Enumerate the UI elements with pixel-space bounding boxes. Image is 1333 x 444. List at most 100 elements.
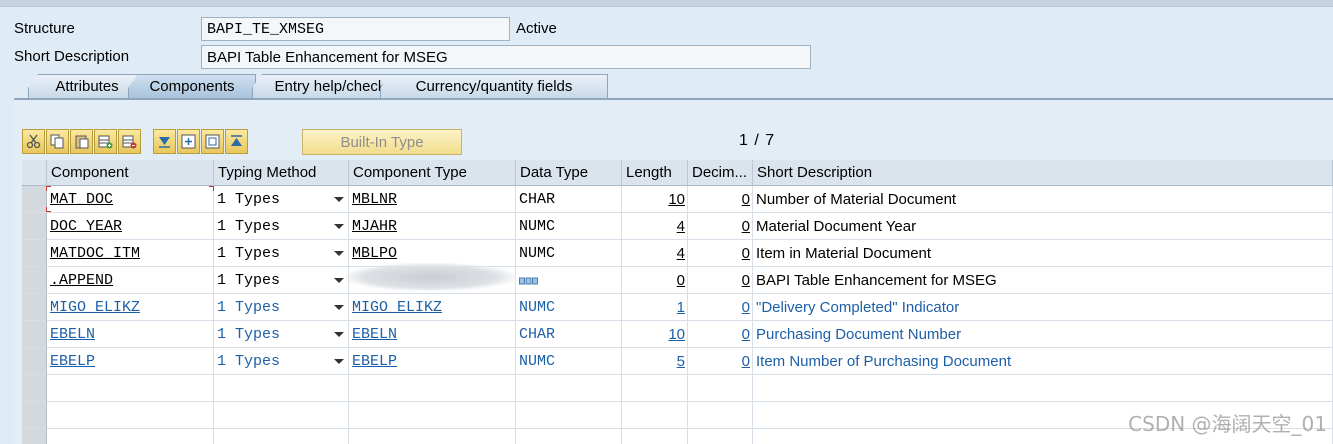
select-all-header[interactable] xyxy=(22,160,47,186)
cell-data-type[interactable]: NUMC xyxy=(516,294,622,321)
table-row[interactable]: EBELN 1 Types EBELN CHAR 10 0 Purchasing Docum… xyxy=(22,321,1333,348)
cell-data-type[interactable] xyxy=(516,429,622,444)
cell-typing[interactable]: 1 Types xyxy=(214,213,349,240)
cell-component[interactable]: .APPEND xyxy=(47,267,214,294)
cell-decimals[interactable]: 0 xyxy=(688,348,753,375)
built-in-type-button[interactable]: Built-In Type xyxy=(302,129,462,155)
cell-decimals[interactable] xyxy=(688,402,753,429)
cell-typing[interactable]: 1 Types xyxy=(214,186,349,213)
cell-component[interactable] xyxy=(47,375,214,402)
cell-decimals[interactable] xyxy=(688,429,753,444)
cell-length[interactable] xyxy=(622,375,688,402)
expand-icon[interactable] xyxy=(177,129,200,154)
cell-data-type[interactable]: NUMC xyxy=(516,348,622,375)
row-selector[interactable] xyxy=(22,240,47,267)
row-selector[interactable] xyxy=(22,267,47,294)
cell-length[interactable]: 0 xyxy=(622,267,688,294)
cell-typing[interactable]: 1 Types xyxy=(214,267,349,294)
table-row[interactable]: EBELP 1 Types EBELP NUMC 5 0 Item Number of Pu… xyxy=(22,348,1333,375)
cell-desc[interactable]: Material Document Year xyxy=(753,213,1333,240)
delete-row-icon[interactable] xyxy=(118,129,141,154)
cell-length[interactable]: 10 xyxy=(622,186,688,213)
cell-length[interactable]: 4 xyxy=(622,213,688,240)
cell-data-type[interactable] xyxy=(516,375,622,402)
row-selector[interactable] xyxy=(22,348,47,375)
cell-comp-type[interactable] xyxy=(349,375,516,402)
dropdown-arrow-icon[interactable] xyxy=(334,251,344,256)
column-header-component[interactable]: Component xyxy=(47,160,214,186)
table-row[interactable]: MIGO_ELIKZ 1 Types MIGO_ELIKZ NUMC 1 0 "Delive… xyxy=(22,294,1333,321)
empty-table-row[interactable] xyxy=(22,375,1333,402)
cell-data-type[interactable]: NUMC xyxy=(516,240,622,267)
cell-decimals[interactable]: 0 xyxy=(688,294,753,321)
column-header-component-type[interactable]: Component Type xyxy=(349,160,516,186)
row-selector[interactable] xyxy=(22,294,47,321)
cell-decimals[interactable]: 0 xyxy=(688,321,753,348)
short-description-field[interactable]: BAPI Table Enhancement for MSEG xyxy=(201,45,811,69)
table-row[interactable]: DOC_YEAR 1 Types MJAHR NUMC 4 0 Material Docum… xyxy=(22,213,1333,240)
column-header-data-type[interactable]: Data Type xyxy=(516,160,622,186)
column-header-short-description[interactable]: Short Description xyxy=(753,160,1333,186)
column-header-typing-method[interactable]: Typing Method xyxy=(214,160,349,186)
cell-decimals[interactable]: 0 xyxy=(688,240,753,267)
cell-data-type[interactable] xyxy=(516,267,622,294)
row-selector[interactable] xyxy=(22,375,47,402)
copy-icon[interactable] xyxy=(46,129,69,154)
cell-typing[interactable] xyxy=(214,402,349,429)
insert-row-icon[interactable] xyxy=(94,129,117,154)
cell-comp-type[interactable]: EBELP xyxy=(349,348,516,375)
cell-comp-type[interactable] xyxy=(349,402,516,429)
cell-length[interactable]: 5 xyxy=(622,348,688,375)
dropdown-arrow-icon[interactable] xyxy=(334,197,344,202)
dropdown-arrow-icon[interactable] xyxy=(334,359,344,364)
cell-component[interactable]: DOC_YEAR xyxy=(47,213,214,240)
table-row[interactable]: .APPEND 1 Types 0 0 BAPI Table Enhancement f… xyxy=(22,267,1333,294)
cell-desc[interactable]: Purchasing Document Number xyxy=(753,321,1333,348)
cell-length[interactable] xyxy=(622,429,688,444)
column-header-length[interactable]: Length xyxy=(622,160,688,186)
table-row[interactable]: MAT_DOC 1 Types MBLNR CHAR 10 0 Number of Mate… xyxy=(22,186,1333,213)
cell-typing[interactable]: 1 Types xyxy=(214,240,349,267)
tab-currency-quantity-fields[interactable]: Currency/quantity fields xyxy=(380,74,608,98)
cell-desc[interactable]: Item Number of Purchasing Document xyxy=(753,348,1333,375)
cell-desc[interactable]: Number of Material Document xyxy=(753,186,1333,213)
cell-decimals[interactable] xyxy=(688,375,753,402)
row-selector[interactable] xyxy=(22,402,47,429)
cell-length[interactable]: 1 xyxy=(622,294,688,321)
cell-comp-type[interactable] xyxy=(349,429,516,444)
cell-decimals[interactable]: 0 xyxy=(688,267,753,294)
cell-comp-type[interactable]: MJAHR xyxy=(349,213,516,240)
collapse-icon[interactable] xyxy=(201,129,224,154)
cell-data-type[interactable] xyxy=(516,402,622,429)
cell-comp-type[interactable]: MBLNR xyxy=(349,186,516,213)
move-up-icon[interactable] xyxy=(225,129,248,154)
cell-typing[interactable] xyxy=(214,375,349,402)
row-selector[interactable] xyxy=(22,186,47,213)
row-selector[interactable] xyxy=(22,429,47,444)
cell-component[interactable]: EBELP xyxy=(47,348,214,375)
cell-length[interactable]: 4 xyxy=(622,240,688,267)
cell-component[interactable]: MIGO_ELIKZ xyxy=(47,294,214,321)
dropdown-arrow-icon[interactable] xyxy=(334,224,344,229)
cell-desc[interactable]: "Delivery Completed" Indicator xyxy=(753,294,1333,321)
cell-component[interactable]: MAT_DOC xyxy=(47,186,214,213)
structure-name-field[interactable]: BAPI_TE_XMSEG xyxy=(201,17,510,41)
cell-length[interactable] xyxy=(622,402,688,429)
cell-component[interactable]: EBELN xyxy=(47,321,214,348)
cell-data-type[interactable]: NUMC xyxy=(516,213,622,240)
cell-component[interactable] xyxy=(47,402,214,429)
cell-desc[interactable]: BAPI Table Enhancement for MSEG xyxy=(753,267,1333,294)
cell-data-type[interactable]: CHAR xyxy=(516,321,622,348)
cell-decimals[interactable]: 0 xyxy=(688,213,753,240)
cut-icon[interactable] xyxy=(22,129,45,154)
cell-typing[interactable] xyxy=(214,429,349,444)
dropdown-arrow-icon[interactable] xyxy=(334,332,344,337)
dropdown-arrow-icon[interactable] xyxy=(334,305,344,310)
dropdown-arrow-icon[interactable] xyxy=(334,278,344,283)
cell-length[interactable]: 10 xyxy=(622,321,688,348)
cell-decimals[interactable]: 0 xyxy=(688,186,753,213)
move-down-icon[interactable] xyxy=(153,129,176,154)
cell-typing[interactable]: 1 Types xyxy=(214,294,349,321)
cell-component[interactable] xyxy=(47,429,214,444)
row-selector[interactable] xyxy=(22,321,47,348)
